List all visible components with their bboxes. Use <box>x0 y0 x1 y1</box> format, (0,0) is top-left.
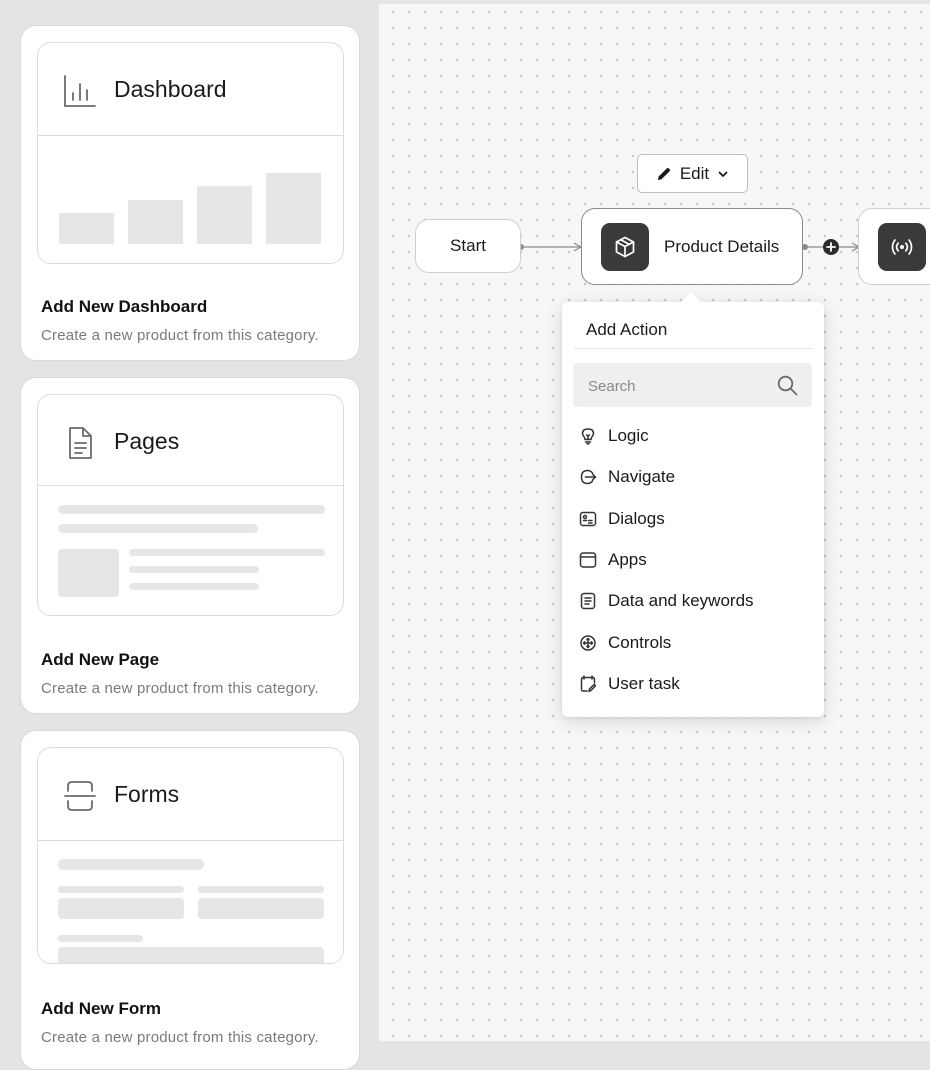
card-description: Create a new product from this category. <box>41 1029 319 1046</box>
action-item-logic[interactable]: Logic <box>578 421 808 451</box>
search-input[interactable] <box>573 363 780 409</box>
start-node-label: Start <box>450 236 486 255</box>
node-icon-tile <box>601 223 649 271</box>
action-item-user-task[interactable]: User task <box>578 669 808 699</box>
chevron-down-icon <box>718 171 728 177</box>
forms-card[interactable]: Forms Add New Form Create a new product … <box>20 730 360 1070</box>
chart-bar-placeholder <box>266 173 321 244</box>
action-item-label: Apps <box>608 550 647 569</box>
add-action-title: Add Action <box>586 320 668 339</box>
pages-card[interactable]: Pages Add New Page Create a new product … <box>20 377 360 714</box>
field-placeholder <box>58 947 324 963</box>
forms-preview: Forms <box>37 747 344 964</box>
chart-bar-placeholder <box>197 186 252 244</box>
action-item-dialogs[interactable]: Dialogs <box>578 504 808 534</box>
pencil-icon <box>657 167 670 180</box>
broadcast-node[interactable] <box>858 208 930 285</box>
action-item-navigate[interactable]: Navigate <box>578 462 808 492</box>
chart-bar-placeholder <box>128 200 183 244</box>
field-placeholder <box>198 898 324 919</box>
data-document-icon <box>578 591 598 611</box>
chart-bar-placeholder <box>59 213 114 244</box>
edit-button-label: Edit <box>679 163 710 183</box>
preview-title: Dashboard <box>114 76 227 102</box>
preview-header: Pages <box>38 395 343 486</box>
search-box[interactable] <box>573 363 812 409</box>
action-item-label: Data and keywords <box>608 591 754 610</box>
action-item-label: Dialogs <box>608 509 665 528</box>
action-item-label: User task <box>608 674 680 693</box>
user-task-icon <box>578 674 598 694</box>
action-item-apps[interactable]: Apps <box>578 545 808 575</box>
action-item-label: Navigate <box>608 467 676 486</box>
bar-chart-icon <box>64 75 96 107</box>
divider <box>574 348 812 349</box>
document-icon <box>69 427 92 459</box>
canvas-top-border <box>379 0 930 4</box>
field-placeholder <box>58 898 184 919</box>
card-title: Add New Page <box>41 650 160 669</box>
action-item-controls[interactable]: Controls <box>578 628 808 658</box>
card-description: Create a new product from this category. <box>41 327 319 344</box>
product-details-label: Product Details <box>664 237 780 256</box>
label-placeholder <box>58 886 184 893</box>
broadcast-icon <box>891 239 913 255</box>
lightbulb-icon <box>578 426 598 446</box>
text-line-placeholder <box>129 566 259 573</box>
edit-button[interactable]: Edit <box>637 154 748 193</box>
dashboard-card[interactable]: Dashboard Add New Dashboard Create a new… <box>20 25 360 361</box>
preview-header: Forms <box>38 748 343 841</box>
card-title: Add New Form <box>41 999 161 1018</box>
text-line-placeholder <box>58 505 325 514</box>
dialog-icon <box>578 509 598 529</box>
pages-preview: Pages <box>37 394 344 616</box>
label-placeholder <box>58 859 204 870</box>
node-icon-tile <box>878 223 926 271</box>
box-icon <box>615 236 635 258</box>
action-item-label: Controls <box>608 633 672 652</box>
preview-title: Pages <box>114 428 180 454</box>
navigate-icon <box>578 467 598 487</box>
card-title: Add New Dashboard <box>41 297 208 316</box>
label-placeholder <box>198 886 324 893</box>
plus-circle-icon[interactable] <box>822 238 840 256</box>
preview-title: Forms <box>114 781 180 807</box>
start-to-product-connector <box>518 242 583 252</box>
product-details-node[interactable]: Product Details <box>581 208 803 285</box>
start-node[interactable]: Start <box>415 219 521 273</box>
form-icon <box>64 781 96 811</box>
search-icon[interactable] <box>777 375 798 396</box>
text-line-placeholder <box>58 524 258 533</box>
action-item-data-and-keywords[interactable]: Data and keywords <box>578 586 808 616</box>
app-window-icon <box>578 550 598 570</box>
action-item-label: Logic <box>608 426 649 445</box>
card-description: Create a new product from this category. <box>41 680 319 697</box>
controls-icon <box>578 633 598 653</box>
template-panel: Dashboard Add New Dashboard Create a new… <box>0 0 379 1070</box>
add-action-dropdown: Add Action Logic Navigate <box>562 302 824 717</box>
label-placeholder <box>58 935 143 942</box>
dashboard-preview: Dashboard <box>37 42 344 264</box>
image-placeholder <box>58 549 119 597</box>
preview-header: Dashboard <box>38 43 343 136</box>
text-line-placeholder <box>129 549 325 556</box>
text-line-placeholder <box>129 583 259 590</box>
